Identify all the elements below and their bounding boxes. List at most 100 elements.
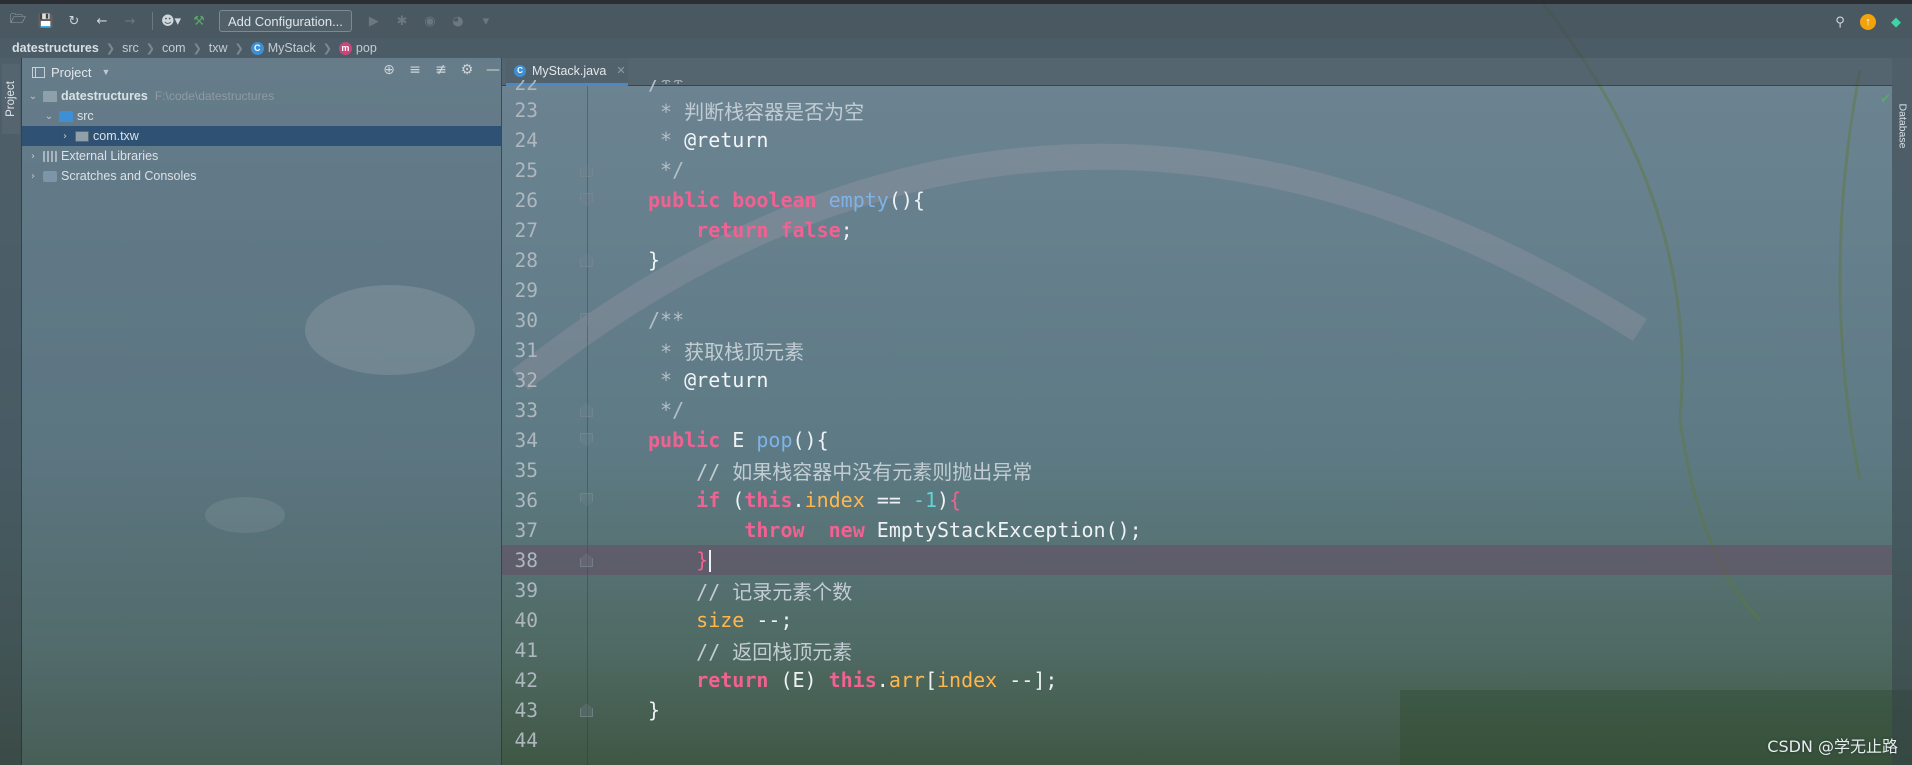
chevron-down-icon[interactable]: ⌄ [26, 91, 40, 102]
database-tool-tab[interactable]: Database [1895, 86, 1909, 166]
coverage-icon[interactable]: ◉ [418, 9, 442, 33]
tab-label: MyStack.java [532, 63, 607, 78]
gear-icon[interactable]: ⚙ [459, 62, 475, 78]
project-tool-tab-label: Project [5, 81, 18, 117]
project-view-selector[interactable]: Project [51, 65, 91, 80]
collapse-all-icon[interactable]: ≢ [433, 62, 449, 78]
chevron-right-icon[interactable]: › [26, 171, 40, 182]
hide-icon[interactable]: — [485, 62, 501, 78]
breadcrumb-item-method[interactable]: pop [356, 41, 377, 55]
code-editor[interactable]: 22 /** 23 * 判断栈容器是否为空 24 * @return 25 */… [502, 80, 1892, 765]
forward-icon[interactable]: → [118, 9, 142, 33]
breadcrumb-item-txw[interactable]: txw [209, 41, 228, 55]
sync-icon[interactable]: ↻ [62, 9, 86, 33]
line-number: 29 [514, 278, 538, 302]
tree-item-label: Scratches and Consoles [61, 169, 197, 183]
tree-item-external-libraries[interactable]: › External Libraries [22, 146, 501, 166]
fold-marker-icon[interactable] [580, 403, 593, 417]
line-number: 41 [514, 638, 538, 662]
fold-marker-icon[interactable] [580, 313, 593, 327]
close-icon[interactable]: ✕ [616, 64, 625, 77]
breadcrumb-item-class[interactable]: MyStack [268, 41, 316, 55]
code-line: 39 // 记录元素个数 [502, 575, 1892, 605]
fold-marker-icon[interactable] [580, 493, 593, 507]
tree-item-label: com.txw [93, 129, 139, 143]
fold-marker-icon[interactable] [580, 163, 593, 177]
code-text: /** [648, 308, 685, 332]
line-number: 28 [514, 248, 538, 272]
code-line: 36 if (this.index == -1){ [502, 485, 1892, 515]
code-text: * @return [648, 368, 769, 392]
expand-all-icon[interactable]: ≡ [407, 62, 423, 78]
line-number: 42 [514, 668, 538, 692]
project-tool-tab[interactable]: Project [2, 64, 20, 134]
search-icon[interactable]: ⚲ [1828, 10, 1852, 34]
code-line: 26 public boolean empty(){ [502, 185, 1892, 215]
code-line: 40 size --; [502, 605, 1892, 635]
fold-marker-icon[interactable] [580, 703, 593, 717]
profile-icon[interactable]: ◕ [446, 9, 470, 33]
code-line: 43 } [502, 695, 1892, 725]
code-text: throw new EmptyStackException(); [648, 518, 1142, 542]
chevron-down-icon[interactable]: ⌄ [42, 111, 56, 122]
more-icon[interactable]: ▾ [474, 9, 498, 33]
code-text: return false; [648, 218, 853, 242]
run-icon[interactable]: ▶ [362, 9, 386, 33]
line-number: 43 [514, 698, 538, 722]
code-line: 42 return (E) this.arr[index --]; [502, 665, 1892, 695]
toolbar-separator [152, 12, 153, 30]
update-icon[interactable]: ↑ [1860, 14, 1876, 30]
code-text: } [648, 248, 661, 272]
locate-icon[interactable]: ⊕ [381, 62, 397, 78]
chevron-right-icon[interactable]: › [26, 151, 40, 162]
code-text: // 如果栈容器中没有元素则抛出异常 [648, 456, 1032, 485]
doc-tag: @return [684, 368, 769, 392]
breadcrumb-item-src[interactable]: src [122, 41, 139, 55]
field-name: size [696, 608, 745, 632]
add-configuration-button[interactable]: Add Configuration... [219, 10, 352, 32]
back-icon[interactable]: ← [90, 9, 114, 33]
tree-item-package[interactable]: › com.txw [22, 126, 501, 146]
build-hammer-icon[interactable]: ⚒ [187, 9, 211, 33]
line-comment: // 如果栈容器中没有元素则抛出异常 [696, 459, 1033, 484]
tree-item-project-root[interactable]: ⌄ datestructures F:\code\datestructures [22, 86, 501, 106]
chevron-right-icon: ❯ [192, 42, 202, 55]
tree-item-label: src [77, 109, 94, 123]
exception-class: EmptyStackException [876, 518, 1106, 542]
main-toolbar: 🗁 💾 ↻ ← → ☻▾ ⚒ Add Configuration... ▶ ✱ … [0, 0, 1912, 38]
text-cursor [709, 550, 712, 573]
jetbrains-icon[interactable]: ◆ [1884, 10, 1908, 34]
number-literal: -1 [912, 488, 938, 512]
line-number: 40 [514, 608, 538, 632]
code-text: return (E) this.arr[index --]; [648, 668, 1058, 692]
user-icon[interactable]: ☻▾ [159, 9, 183, 33]
code-line: 44 [502, 725, 1892, 755]
code-text: if (this.index == -1){ [648, 488, 962, 512]
method-name: empty [828, 188, 889, 212]
fold-marker-icon[interactable] [580, 553, 593, 567]
save-icon[interactable]: 💾 [34, 9, 58, 33]
line-comment: // 返回栈顶元素 [696, 639, 853, 664]
tree-item-label: External Libraries [61, 149, 159, 163]
debug-icon[interactable]: ✱ [390, 9, 414, 33]
line-number: 24 [514, 128, 538, 152]
fold-marker-icon[interactable] [580, 433, 593, 447]
tree-item-src[interactable]: ⌄ src [22, 106, 501, 126]
fold-marker-icon[interactable] [580, 253, 593, 267]
breadcrumb-item-com[interactable]: com [162, 41, 186, 55]
code-text: */ [648, 158, 685, 182]
field-name: index [937, 668, 998, 692]
code-text: public boolean empty(){ [648, 188, 925, 212]
method-name: pop [756, 428, 793, 452]
fold-marker-icon[interactable] [580, 193, 593, 207]
breadcrumb-item-project[interactable]: datestructures [12, 41, 99, 55]
chevron-right-icon[interactable]: › [58, 131, 72, 142]
line-number: 27 [514, 218, 538, 242]
chevron-down-icon[interactable]: ▼ [101, 67, 110, 77]
line-number: 26 [514, 188, 538, 212]
right-tool-strip: Database [1892, 58, 1912, 765]
open-folder-icon[interactable]: 🗁 [6, 9, 30, 33]
watermark: CSDN @学无止路 [1767, 737, 1898, 756]
tree-item-scratches[interactable]: › Scratches and Consoles [22, 166, 501, 186]
class-icon: C [514, 64, 526, 77]
